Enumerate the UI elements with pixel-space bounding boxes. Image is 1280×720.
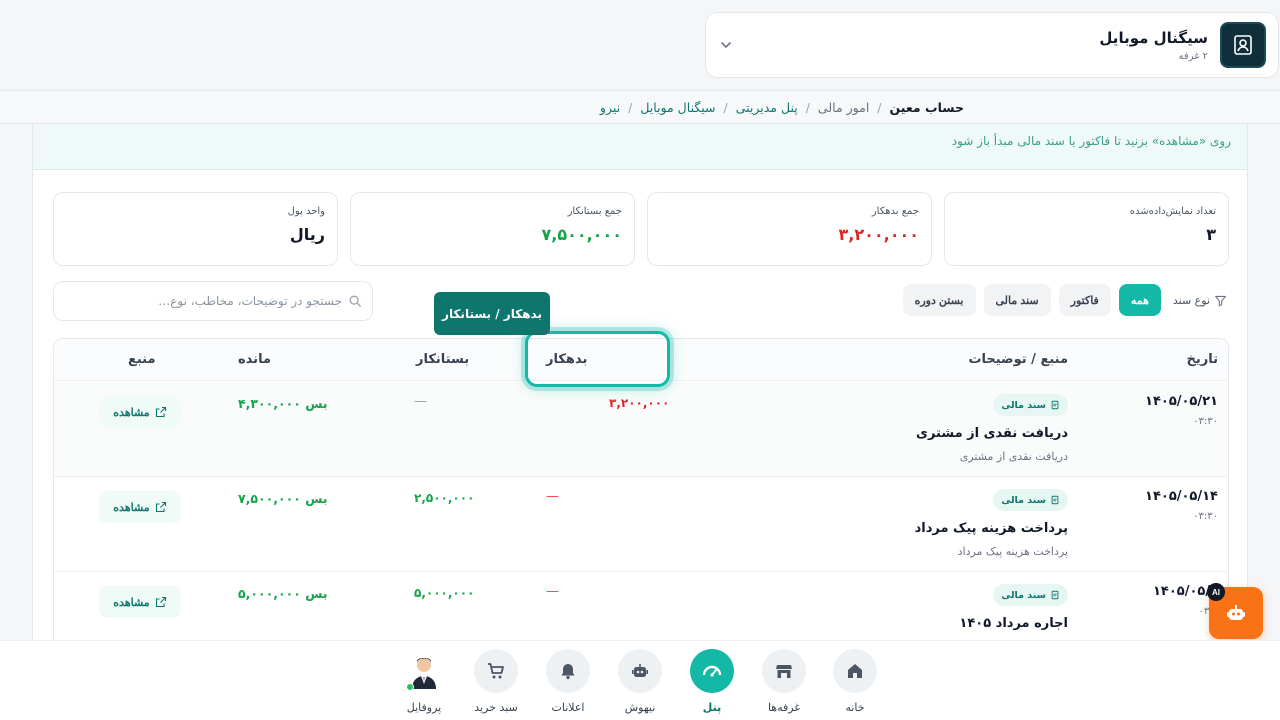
- store-icon: [776, 665, 792, 678]
- robot-icon: [1227, 605, 1245, 620]
- avatar: [404, 651, 444, 691]
- dashboard-icon: [702, 665, 722, 677]
- view-button[interactable]: مشاهده: [99, 586, 181, 618]
- view-button[interactable]: مشاهده: [99, 491, 181, 523]
- doc-type-badge: سند مالی: [993, 489, 1068, 511]
- doc-type-badge: سند مالی: [993, 584, 1068, 606]
- breadcrumb-current: حساب معین: [889, 99, 964, 115]
- breadcrumb-admin-panel[interactable]: پنل مدیریتی: [736, 100, 798, 115]
- table-row: ۱۴۰۵/۰۵/۲۱ ۰۳:۳۰ سند مالی دریافت نقدی از…: [54, 382, 1228, 477]
- external-link-icon: [155, 501, 166, 513]
- search-input[interactable]: [72, 294, 342, 308]
- ai-badge: AI: [1207, 583, 1225, 601]
- home-icon: [848, 664, 862, 678]
- nav-profile[interactable]: پروفایل: [394, 649, 454, 714]
- nav-ai[interactable]: نیهوش: [610, 649, 670, 714]
- debit-value: —: [546, 489, 559, 504]
- filter-close-period[interactable]: بستن دوره: [902, 284, 976, 316]
- balance-value: بس ۴,۳۰۰,۰۰۰: [238, 396, 328, 411]
- bell-icon: [561, 664, 575, 680]
- breadcrumb-store[interactable]: سیگنال موبایل: [640, 100, 715, 115]
- top-bar: سیگنال موبایل ۲ غرفه: [0, 0, 1280, 90]
- stats-row: تعداد نمایش‌داده‌شده ۳ جمع بدهکار ۳,۲۰۰,…: [53, 192, 1229, 266]
- table-row: ۱۴۰۵/۰۵/۱۴ ۰۳:۳۰ سند مالی پرداخت هزینه پ…: [54, 477, 1228, 572]
- search-icon: [349, 295, 361, 307]
- store-subtitle: ۲ غرفه: [1178, 50, 1208, 62]
- debit-value: —: [546, 584, 559, 599]
- table-row: ۱۴۰۵/۰۵/۱ ۰۳:۴ سند مالی اجاره مرداد ۱۴۰۵…: [54, 572, 1228, 644]
- chevron-down-icon[interactable]: [718, 37, 734, 53]
- breadcrumb-home[interactable]: نیرو: [600, 100, 620, 115]
- credit-value: ۵,۰۰۰,۰۰۰: [414, 586, 475, 600]
- th-origin: منبع: [128, 352, 156, 367]
- balance-value: بس ۵,۰۰۰,۰۰۰: [238, 586, 328, 601]
- ai-assistant-button[interactable]: AI: [1207, 583, 1263, 639]
- doc-type-badge: سند مالی: [993, 394, 1068, 416]
- stat-debit-total: جمع بدهکار ۳,۲۰۰,۰۰۰: [647, 192, 932, 266]
- nav-cart[interactable]: سبد خرید: [466, 649, 526, 714]
- search-box[interactable]: [53, 281, 373, 321]
- stat-count: تعداد نمایش‌داده‌شده ۳: [944, 192, 1229, 266]
- store-logo-icon: [1234, 35, 1252, 55]
- document-icon: [1051, 400, 1059, 410]
- document-icon: [1051, 590, 1059, 600]
- view-button[interactable]: مشاهده: [99, 396, 181, 428]
- doc-type-filters: نوع سند همه فاکتور سند مالی بستن دوره: [902, 284, 1227, 316]
- breadcrumb: حساب معین / امور مالی / پنل مدیریتی / سی…: [0, 90, 1280, 124]
- robot-icon: [632, 664, 648, 677]
- bottom-nav: خانه غرفه‌ها پنل نیهوش اعلانات سبد خرید: [0, 640, 1280, 720]
- nav-stores[interactable]: غرفه‌ها: [754, 649, 814, 714]
- tour-highlight: [525, 331, 670, 387]
- cart-icon: [488, 663, 504, 679]
- filter-icon: [1215, 295, 1226, 306]
- hint-text: روی «مشاهده» بزنید تا فاکتور یا سند مالی…: [951, 134, 1231, 148]
- external-link-icon: [155, 596, 166, 608]
- document-icon: [1051, 495, 1059, 505]
- filter-invoice[interactable]: فاکتور: [1058, 284, 1111, 316]
- hint-box: روی «مشاهده» بزنید تا فاکتور یا سند مالی…: [33, 124, 1247, 170]
- filter-label: نوع سند: [1173, 294, 1227, 307]
- filter-all[interactable]: همه: [1118, 284, 1161, 316]
- filter-financial-doc[interactable]: سند مالی: [983, 284, 1051, 316]
- breadcrumb-finance[interactable]: امور مالی: [818, 100, 869, 115]
- stat-currency: واحد پول ریال: [53, 192, 338, 266]
- external-link-icon: [155, 406, 166, 418]
- stat-credit-total: جمع بستانکار ۷,۵۰۰,۰۰۰: [350, 192, 635, 266]
- credit-value: —: [414, 394, 427, 409]
- th-credit: بستانکار: [416, 352, 470, 367]
- store-name: سیگنال موبایل: [1099, 28, 1208, 47]
- nav-panel[interactable]: پنل: [682, 649, 742, 714]
- debit-value: ۳,۲۰۰,۰۰۰: [609, 396, 670, 410]
- nav-home[interactable]: خانه: [825, 649, 885, 714]
- tour-tooltip: بدهکار / بستانکار: [434, 292, 550, 335]
- store-selector[interactable]: سیگنال موبایل ۲ غرفه: [705, 12, 1279, 78]
- balance-value: بس ۷,۵۰۰,۰۰۰: [238, 491, 328, 506]
- online-status-dot: [406, 683, 414, 691]
- th-balance: مانده: [238, 352, 271, 367]
- th-source: منبع / توضیحات: [968, 352, 1068, 367]
- store-logo: [1220, 22, 1266, 68]
- credit-value: ۲,۵۰۰,۰۰۰: [414, 491, 475, 505]
- th-date: تاریخ: [1186, 352, 1219, 367]
- nav-notifications[interactable]: اعلانات: [538, 649, 598, 714]
